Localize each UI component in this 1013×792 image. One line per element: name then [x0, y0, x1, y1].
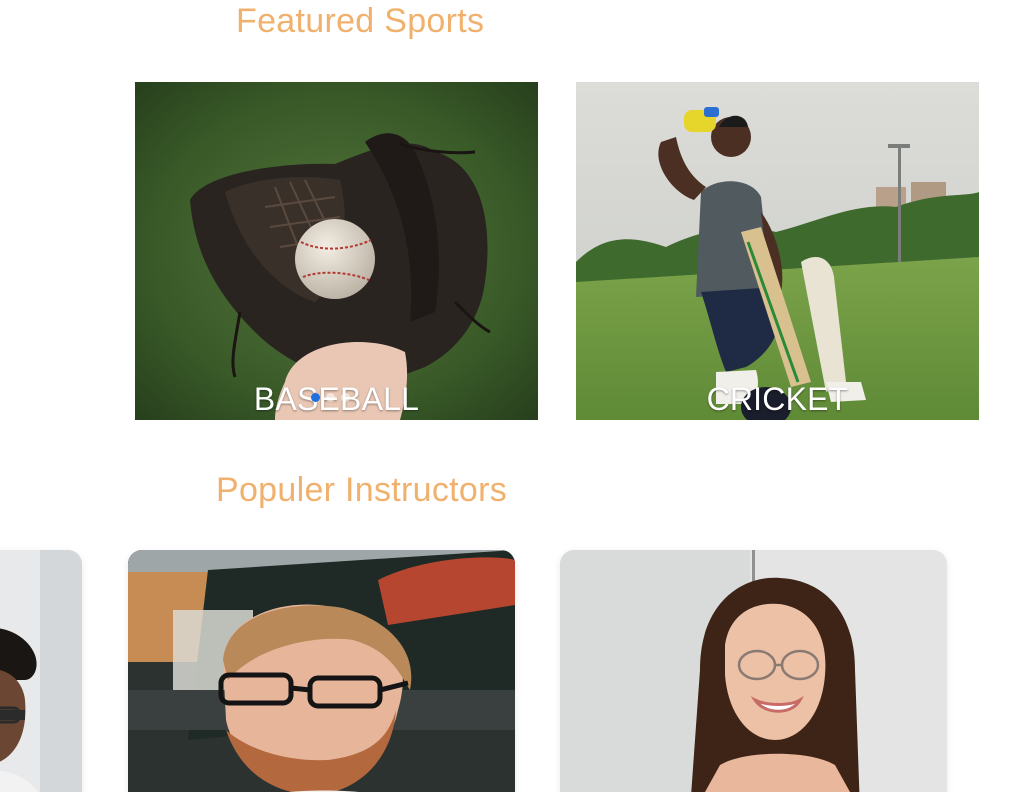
- instructor-smiling-woman-image: [560, 550, 947, 792]
- instructor-card[interactable]: [560, 550, 947, 792]
- baseball-glove-image: [135, 82, 538, 420]
- instructor-card[interactable]: [128, 550, 515, 792]
- carousel-dot-active[interactable]: [311, 393, 320, 402]
- featured-sports-heading: Featured Sports: [236, 2, 485, 40]
- instructor-curly-hair-image: [0, 550, 82, 792]
- instructor-card[interactable]: [0, 550, 82, 792]
- sport-card-cricket[interactable]: CRICKET: [576, 82, 979, 420]
- sport-card-baseball[interactable]: BASEBALL: [135, 82, 538, 420]
- carousel-dot[interactable]: [341, 393, 350, 402]
- cricket-player-image: [576, 82, 979, 420]
- sport-card-label: CRICKET: [706, 381, 849, 417]
- carousel-dot[interactable]: [326, 393, 335, 402]
- carousel-indicators: [311, 393, 350, 402]
- page: Featured Sports BASEBALL CRICKET Populer…: [0, 0, 1013, 792]
- popular-instructors-heading: Populer Instructors: [216, 471, 508, 509]
- instructor-bearded-man-image: [128, 550, 515, 792]
